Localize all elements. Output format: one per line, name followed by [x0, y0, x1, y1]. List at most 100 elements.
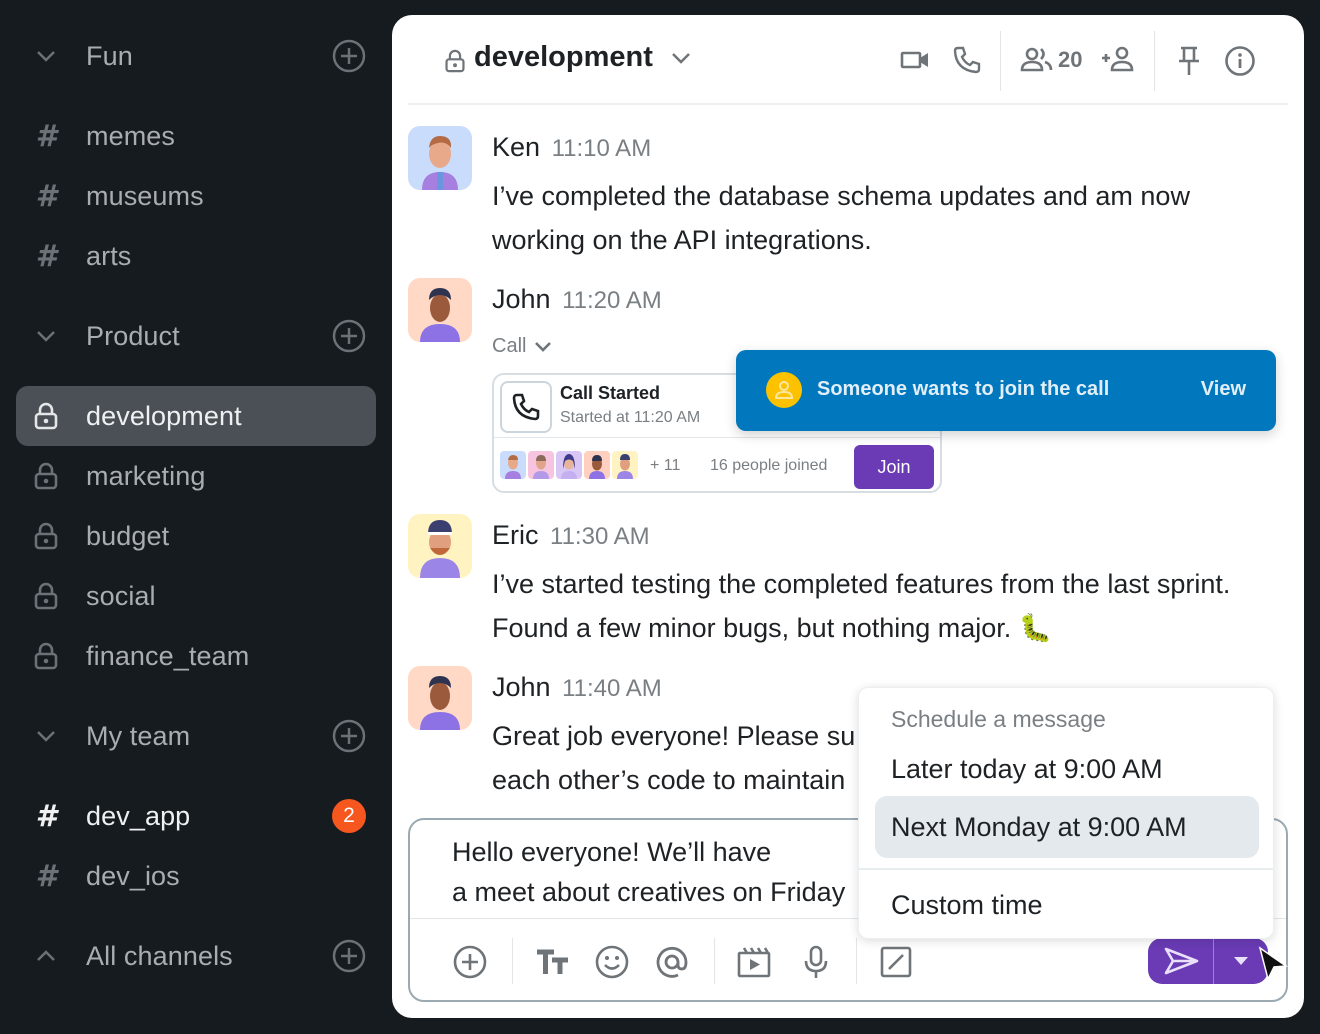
section-header-all-channels[interactable]: All channels [16, 926, 376, 986]
send-button-group [1148, 938, 1268, 984]
add-channel-icon[interactable] [332, 39, 366, 73]
avatar-john[interactable] [408, 278, 472, 342]
participant-avatar [584, 451, 610, 479]
pin-icon[interactable] [1174, 45, 1204, 77]
chevron-down-icon[interactable] [670, 51, 692, 65]
add-channel-icon[interactable] [332, 319, 366, 353]
add-attachment-icon[interactable] [452, 944, 488, 980]
section-title: Fun [86, 40, 133, 71]
call-title: Call Started [560, 383, 661, 403]
extra-participants: + 11 [650, 457, 681, 474]
schedule-menu: Schedule a message Later today at 9:00 A… [858, 687, 1274, 939]
message-input[interactable]: Hello everyone! We’ll have a meet about … [452, 832, 845, 912]
message-line: I’ve completed the database schema updat… [492, 181, 1190, 211]
chat-panel: development 20 Ken 11:10 AM I’ve complet… [392, 15, 1304, 1018]
add-member-icon[interactable] [1100, 45, 1136, 75]
lock-icon [16, 582, 76, 610]
send-button[interactable] [1148, 938, 1214, 984]
video-clip-icon[interactable] [736, 944, 772, 980]
author-name[interactable]: Eric [492, 520, 539, 550]
channel-label: finance_team [86, 640, 250, 671]
sidebar-item-finance-team[interactable]: finance_team [16, 626, 376, 686]
chevron-up-icon [16, 949, 76, 963]
add-channel-icon[interactable] [332, 939, 366, 973]
message-line: I’ve started testing the completed featu… [492, 569, 1231, 599]
hash-icon: # [35, 118, 57, 154]
emoji-icon[interactable] [594, 944, 630, 980]
add-channel-icon[interactable] [332, 719, 366, 753]
sidebar-item-budget[interactable]: budget [16, 506, 376, 566]
section-header-fun[interactable]: Fun [16, 26, 376, 86]
timestamp: 11:20 AM [562, 287, 662, 314]
channel-header: development 20 [408, 15, 1288, 105]
lock-icon [16, 462, 76, 490]
channel-label: arts [86, 240, 132, 271]
join-call-button[interactable]: Join [854, 445, 934, 489]
phone-icon [500, 381, 552, 433]
author-name[interactable]: Ken [492, 132, 540, 162]
author-name[interactable]: John [492, 672, 551, 702]
toast-message: Someone wants to join the call [817, 378, 1110, 400]
caret-down-icon [1234, 957, 1248, 965]
section-header-product[interactable]: Product [16, 306, 376, 366]
channel-title[interactable]: development [474, 41, 653, 74]
participant-avatar [528, 451, 554, 479]
participant-avatar [500, 451, 526, 479]
hash-icon: # [35, 178, 57, 214]
chevron-down-icon [535, 341, 552, 352]
slash-command-icon[interactable] [878, 944, 914, 980]
avatar-john[interactable] [408, 666, 472, 730]
author-name[interactable]: John [492, 284, 551, 314]
message-line: working on the API integrations. [492, 225, 872, 255]
message-line: Found a few minor bugs, but nothing majo… [492, 613, 1053, 643]
schedule-menu-header: Schedule a message [891, 706, 1106, 732]
sidebar-item-museums[interactable]: # museums [16, 166, 376, 226]
sidebar-item-dev-ios[interactable]: # dev_ios [16, 846, 376, 906]
section-header-my-team[interactable]: My team [16, 706, 376, 766]
send-icon [1164, 947, 1198, 975]
microphone-icon[interactable] [798, 944, 834, 980]
chevron-down-icon [16, 49, 76, 63]
participant-avatars [500, 451, 638, 479]
channel-label: dev_ios [86, 860, 180, 891]
participant-avatar [612, 451, 638, 479]
call-toggle[interactable]: Call [492, 335, 552, 358]
members-icon[interactable] [1020, 45, 1054, 75]
unread-badge: 2 [332, 799, 366, 833]
sidebar-item-memes[interactable]: # memes [16, 106, 376, 166]
schedule-option-custom-time[interactable]: Custom time [875, 874, 1259, 936]
message-text: Great job everyone! Please su each other… [492, 714, 855, 802]
channel-label: social [86, 580, 156, 611]
video-icon[interactable] [900, 45, 930, 75]
text-format-icon[interactable] [534, 944, 572, 980]
message-header: John 11:40 AM [492, 672, 662, 703]
joined-count: 16 people joined [710, 457, 828, 474]
sidebar-item-arts[interactable]: # arts [16, 226, 376, 286]
avatar-eric[interactable] [408, 514, 472, 578]
message-header: Ken 11:10 AM [492, 132, 651, 163]
schedule-option-next-monday[interactable]: Next Monday at 9:00 AM [875, 796, 1259, 858]
chevron-down-icon [16, 329, 76, 343]
sidebar-item-social[interactable]: social [16, 566, 376, 626]
message-header: Eric 11:30 AM [492, 520, 650, 551]
mention-icon[interactable] [654, 944, 690, 980]
phone-icon[interactable] [952, 45, 982, 75]
info-icon[interactable] [1224, 45, 1256, 77]
channel-label: memes [86, 120, 176, 151]
chevron-down-icon [16, 729, 76, 743]
channel-label: marketing [86, 460, 206, 491]
timestamp: 11:10 AM [551, 135, 652, 162]
schedule-option-later-today[interactable]: Later today at 9:00 AM [875, 738, 1259, 800]
sidebar: Fun # memes # museums # arts Product dev… [0, 0, 392, 1034]
message-line: Great job everyone! Please su [492, 721, 856, 751]
toast-view-button[interactable]: View [1201, 378, 1246, 401]
hash-icon: # [35, 238, 57, 274]
sidebar-item-dev-app[interactable]: # dev_app 2 [16, 786, 376, 846]
sidebar-item-development[interactable]: development [16, 386, 376, 446]
member-count[interactable]: 20 [1058, 47, 1082, 73]
sidebar-item-marketing[interactable]: marketing [16, 446, 376, 506]
section-title: My team [86, 720, 191, 751]
avatar-ken[interactable] [408, 126, 472, 190]
lock-icon [16, 522, 76, 550]
mouse-cursor-icon [1258, 946, 1289, 982]
